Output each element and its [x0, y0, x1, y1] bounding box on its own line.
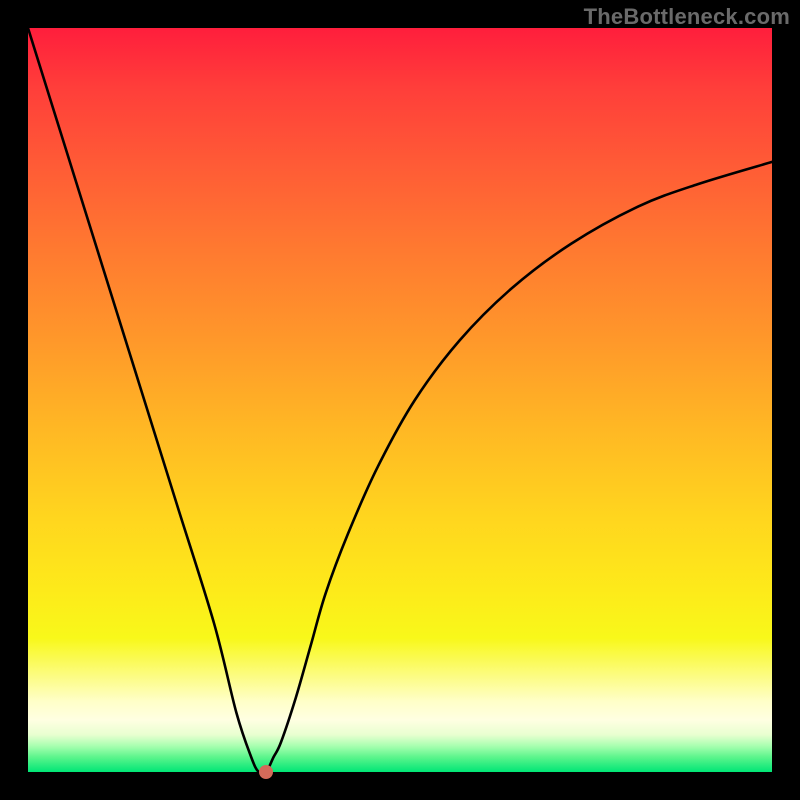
optimal-point-marker: [259, 765, 273, 779]
bottleneck-curve: [28, 28, 772, 774]
watermark-text: TheBottleneck.com: [584, 4, 790, 30]
curve-svg: [28, 28, 772, 772]
plot-area: [28, 28, 772, 772]
chart-frame: TheBottleneck.com: [0, 0, 800, 800]
